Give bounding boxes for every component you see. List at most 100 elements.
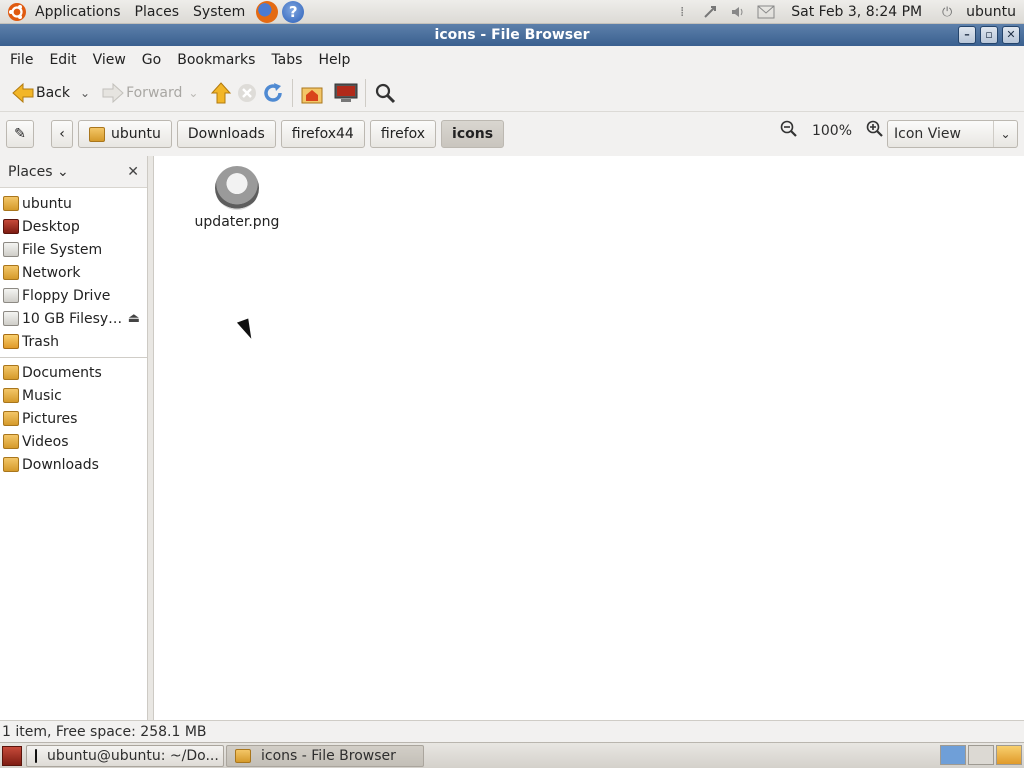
minimize-button[interactable]: – [958,26,976,44]
show-desktop-button[interactable] [2,745,22,766]
image-file-icon [215,166,259,210]
home-folder-icon[interactable] [299,80,325,106]
path-scroll-left-button[interactable]: ‹ [51,120,73,148]
volume-icon[interactable] [729,3,747,21]
menu-bookmarks[interactable]: Bookmarks [169,52,263,68]
sidebar-divider [0,357,147,358]
computer-icon[interactable] [333,80,359,106]
eject-icon[interactable]: ⏏ [128,311,140,326]
menubar: File Edit View Go Bookmarks Tabs Help [0,46,1024,74]
sidebar-item-trash[interactable]: Trash [0,330,147,353]
sidebar-item-file-system[interactable]: File System [0,238,147,261]
sidebar-item-music[interactable]: Music [0,384,147,407]
status-bar: 1 item, Free space: 258.1 MB [0,720,1024,742]
file-name: updater.png [194,214,280,230]
view-mode-select[interactable]: Icon View ⌄ [887,120,1018,148]
places-sidebar: Places ⌄ ✕ ubuntu Desktop File System Ne… [0,156,148,720]
menu-go[interactable]: Go [134,52,169,68]
menu-tabs[interactable]: Tabs [263,52,310,68]
applications-menu[interactable]: Applications [28,0,128,24]
taskbar-label: ubuntu@ubuntu: ~/Do... [47,747,219,764]
menu-edit[interactable]: Edit [41,52,84,68]
up-arrow-icon[interactable] [208,80,234,106]
music-folder-icon [3,388,19,403]
forward-history-dropdown-icon[interactable]: ⌄ [182,86,204,100]
window-titlebar[interactable]: icons - File Browser – ▫ ✕ [0,24,1024,46]
sidebar-item-label: Downloads [22,456,99,473]
sidebar-item-documents[interactable]: Documents [0,361,147,384]
stop-icon[interactable] [234,80,260,106]
menu-view[interactable]: View [85,52,134,68]
pictures-folder-icon [3,411,19,426]
places-menu[interactable]: Places [128,0,187,24]
taskbar-file-browser[interactable]: icons - File Browser [226,744,424,767]
trash-applet-icon[interactable] [996,745,1022,765]
mail-icon[interactable] [757,3,775,21]
sidebar-item-label: Floppy Drive [22,287,111,304]
taskbar-terminal[interactable]: ubuntu@ubuntu: ~/Do... [26,744,224,767]
back-arrow-icon [10,80,36,106]
search-icon[interactable] [372,80,398,106]
zoom-control: 100% [780,120,884,142]
hard-drive-icon [3,242,19,257]
toggle-location-entry-button[interactable]: ✎ [6,120,34,148]
taskbar-label: icons - File Browser [261,747,396,764]
clock[interactable]: Sat Feb 3, 8:24 PM [785,4,928,20]
user-menu[interactable]: ubuntu [966,4,1016,20]
reload-icon[interactable] [260,80,286,106]
home-folder-icon [3,196,19,211]
help-launcher-icon[interactable]: ? [282,0,305,23]
file-item[interactable]: updater.png [194,166,280,230]
crumb-firefox44[interactable]: firefox44 [280,120,365,148]
system-menu[interactable]: System [186,0,252,24]
sidebar-item-pictures[interactable]: Pictures [0,407,147,430]
sidebar-item-label: ubuntu [22,195,72,212]
file-view[interactable]: updater.png [154,156,1024,720]
sidebar-item-ubuntu[interactable]: ubuntu [0,192,147,215]
back-button[interactable]: Back [6,77,74,109]
home-folder-icon [89,126,105,142]
sidebar-item-videos[interactable]: Videos [0,430,147,453]
power-icon[interactable]: ⏻ [938,3,956,21]
toolbar-separator [292,78,294,107]
workspace-2[interactable] [968,745,994,765]
view-mode-value: Icon View [894,126,961,142]
tray-handle-icon: ⁞ [680,4,685,20]
crumb-downloads[interactable]: Downloads [176,120,276,148]
workspace-switcher [940,745,1022,765]
ubuntu-logo-icon[interactable] [6,1,28,23]
maximize-button[interactable]: ▫ [980,26,998,44]
crumb-ubuntu[interactable]: ubuntu [78,120,172,148]
zoom-level[interactable]: 100% [812,123,852,139]
system-tray: ⁞ Sat Feb 3, 8:24 PM ⏻ ubuntu [673,0,1024,24]
pencil-icon: ✎ [14,126,26,142]
zoom-in-icon[interactable] [866,120,884,142]
sidebar-type-select[interactable]: Places ⌄ [8,164,69,180]
sidebar-item-10gb-filesystem[interactable]: 10 GB Filesy… ⏏ [0,307,147,330]
zoom-out-icon[interactable] [780,120,798,142]
sidebar-item-label: Desktop [22,218,80,235]
documents-folder-icon [3,365,19,380]
crumb-icons[interactable]: icons [441,120,505,148]
back-history-dropdown-icon[interactable]: ⌄ [74,86,96,100]
forward-button[interactable]: Forward ⌄ [96,77,208,109]
trash-icon [3,334,19,349]
close-sidebar-icon[interactable]: ✕ [127,164,139,180]
menu-help[interactable]: Help [310,52,358,68]
menu-file[interactable]: File [2,52,41,68]
floppy-drive-icon [3,288,19,303]
sidebar-item-floppy[interactable]: Floppy Drive [0,284,147,307]
back-label: Back [36,84,70,101]
desktop-icon [3,219,19,234]
sidebar-item-network[interactable]: Network [0,261,147,284]
sidebar-item-desktop[interactable]: Desktop [0,215,147,238]
sidebar-item-label: Videos [22,433,69,450]
videos-folder-icon [3,434,19,449]
workspace-1[interactable] [940,745,966,765]
network-icon[interactable] [701,3,719,21]
sidebar-item-downloads[interactable]: Downloads [0,453,147,476]
sidebar-item-label: Music [22,387,62,404]
close-window-button[interactable]: ✕ [1002,26,1020,44]
crumb-firefox[interactable]: firefox [369,120,437,148]
firefox-launcher-icon[interactable] [256,0,279,23]
